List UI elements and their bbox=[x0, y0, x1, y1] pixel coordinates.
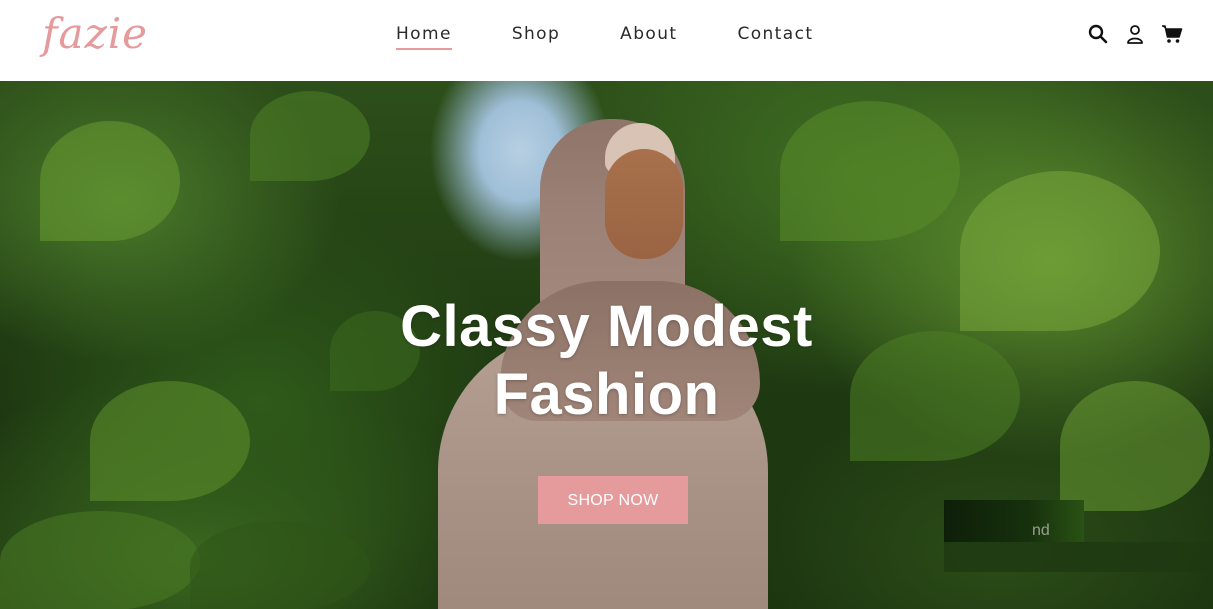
nav-contact[interactable]: Contact bbox=[737, 24, 813, 50]
user-icon[interactable] bbox=[1124, 23, 1146, 45]
main-nav: Home Shop About Contact bbox=[396, 24, 873, 50]
foliage-decoration bbox=[40, 121, 180, 241]
foliage-decoration bbox=[780, 101, 960, 241]
hero-title-line1: Classy Modest bbox=[400, 294, 813, 359]
foliage-decoration bbox=[250, 91, 370, 181]
site-header: fazie Home Shop About Contact bbox=[0, 0, 1213, 81]
site-logo[interactable]: fazie bbox=[42, 8, 148, 60]
foliage-decoration bbox=[190, 521, 370, 609]
nav-home[interactable]: Home bbox=[396, 24, 452, 50]
cart-icon[interactable] bbox=[1161, 23, 1183, 45]
overlay-artifact-bar bbox=[944, 542, 1213, 572]
model-face bbox=[605, 149, 683, 259]
nav-about[interactable]: About bbox=[620, 24, 677, 50]
header-icons bbox=[1087, 23, 1183, 45]
foliage-decoration bbox=[0, 511, 200, 609]
hero-banner: Classy Modest Fashion SHOP NOW nd bbox=[0, 81, 1213, 609]
overlay-artifact bbox=[944, 500, 1084, 542]
overlay-artifact-text: nd bbox=[1032, 522, 1050, 539]
hero-title: Classy Modest Fashion bbox=[0, 293, 1213, 429]
hero-title-line2: Fashion bbox=[493, 362, 720, 427]
shop-now-button[interactable]: SHOP NOW bbox=[538, 476, 688, 524]
nav-shop[interactable]: Shop bbox=[512, 24, 560, 50]
search-icon[interactable] bbox=[1087, 23, 1109, 45]
